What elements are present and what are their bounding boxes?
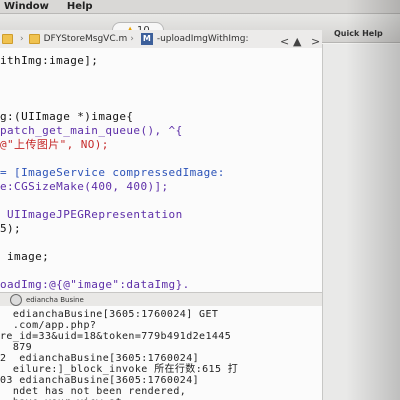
folder-icon [2,34,13,44]
code-line: = [ImageService compressedImage: [0,166,225,180]
code-token: e:CGSizeMake(400, 400)]; [0,180,169,193]
code-token: patch_get_main_queue(), ^{ [0,124,183,137]
debug-target-icon [10,294,22,306]
code-line: patch_get_main_queue(), ^{ [0,124,183,138]
source-file-icon [28,34,40,44]
jump-file-name[interactable]: DFYStoreMsgVC.m [44,34,128,44]
console-output[interactable]: edianchaBusine[3605:1760024] GET .com/ap… [0,306,322,400]
menu-item-window[interactable]: Window [4,1,49,12]
code-token: = [ImageService compressedImage: [0,166,225,179]
code-token: 5); [0,222,22,235]
quick-help-title: Quick Help [334,29,383,38]
code-line: e:CGSizeMake(400, 400)]; [0,180,169,194]
code-line: 5); [0,222,21,236]
quick-help-panel [322,44,400,400]
console-line: have your view at [0,396,122,400]
code-token: g:(UIImage *)image{ [0,110,134,123]
console-line: re_id=33&uid=18&token=779b491d2e1445 [0,331,232,342]
xcode-screen: Window Help ▲ 10 › DFYStoreMsgVC.m › M -… [0,0,400,400]
code-editor[interactable]: ithImg:image]; g:(UIImage *)image{patch_g… [0,48,322,294]
jump-method-name[interactable]: -uploadImgWithImg: [157,34,249,44]
previous-issue-button[interactable]: < [280,35,289,48]
code-token: image; [0,250,50,263]
code-token: oadImg:@{@"image":dataImg}. [0,278,190,291]
code-line: image; [0,250,49,264]
menu-bar: Window Help [0,0,400,14]
code-line: UIImageJPEGRepresentation [0,208,183,222]
code-line: oadImg:@{@"image":dataImg}. [0,278,190,292]
code-token: ithImg:image]; [0,54,99,67]
method-icon: M [140,33,153,45]
code-line: @"上传图片", NO); [0,138,109,152]
code-line: ithImg:image]; [0,54,98,68]
warning-icon[interactable]: ▲ [293,35,301,48]
next-issue-button[interactable]: > [311,35,320,48]
code-token: @"上传图片", NO); [0,138,109,151]
jump-separator-icon: › [130,34,134,44]
jump-separator-icon: › [20,34,24,44]
jump-bar[interactable]: › DFYStoreMsgVC.m › M -uploadImgWithImg: [0,30,322,49]
code-token: UIImageJPEGRepresentation [0,208,183,221]
debug-target-label[interactable]: ediancha Busine [26,296,84,304]
code-line: g:(UIImage *)image{ [0,110,133,124]
menu-item-help[interactable]: Help [67,1,93,12]
